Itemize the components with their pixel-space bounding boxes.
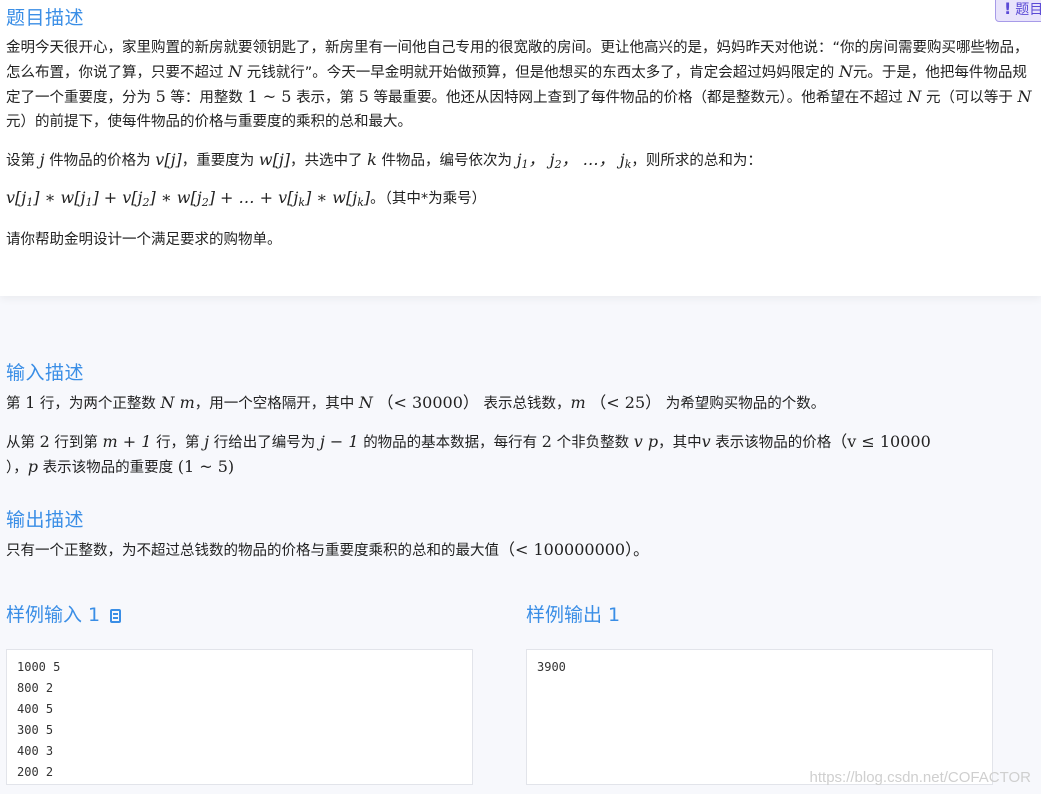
output-description-title: 输出描述 — [6, 509, 85, 531]
code-line: 400 5 — [17, 702, 54, 716]
output-text: 只有一个正整数，为不超过总钱数的物品的价格与重要度乘积的总和的最大值（< 100… — [6, 540, 650, 559]
exclamation-icon: ! — [1004, 0, 1012, 18]
problem-paragraph-1: 金明今天很开心，家里购置的新房就要领钥匙了，新房里有一间他自己专用的很宽敞的房间… — [6, 40, 1032, 130]
problem-badge[interactable]: ! 题目 — [995, 0, 1041, 22]
input-description-title: 输入描述 — [6, 362, 85, 384]
problem-paragraph-2: 设第 j 件物品的价格为 v[j]，重要度为 w[j]，共选中了 k 件物品，编… — [6, 150, 762, 171]
code-line: 1000 5 — [17, 660, 61, 674]
watermark: https://blog.csdn.net/COFACTOR — [809, 769, 1031, 786]
j-sequence: j1， j2， …， jk — [516, 150, 632, 171]
problem-description-title: 题目描述 — [6, 7, 85, 29]
copy-icon[interactable] — [110, 609, 122, 623]
sample-input-title: 样例输入 1 — [6, 600, 122, 627]
sample-input-box[interactable]: 1000 5 800 2 400 5 300 5 400 3 200 2 — [6, 649, 473, 785]
sample-output-title: 样例输出 1 — [526, 604, 621, 626]
sample-output-box[interactable]: 3900 — [526, 649, 993, 785]
problem-paragraph-4: 请你帮助金明设计一个满足要求的购物单。 — [6, 232, 282, 248]
formula-line: v[j1] ∗ w[j1] + v[j2] ∗ w[j2] + … + v[jk… — [6, 188, 487, 209]
input-line-2: 从第 2 行到第 m + 1 行，第 j 行给出了编号为 j − 1 的物品的基… — [6, 432, 931, 476]
badge-label: 题目 — [1015, 2, 1041, 18]
code-line: 200 2 — [17, 765, 54, 779]
code-line: 800 2 — [17, 681, 54, 695]
code-line: 3900 — [537, 660, 566, 674]
sum-formula: v[j1] ∗ w[j1] + v[j2] ∗ w[j2] + … + v[jk… — [6, 188, 371, 209]
code-line: 300 5 — [17, 723, 54, 737]
code-line: 400 3 — [17, 744, 54, 758]
input-line-1: 第 1 行，为两个正整数 N m，用一个空格隔开，其中 N （< 30000） … — [6, 393, 826, 412]
